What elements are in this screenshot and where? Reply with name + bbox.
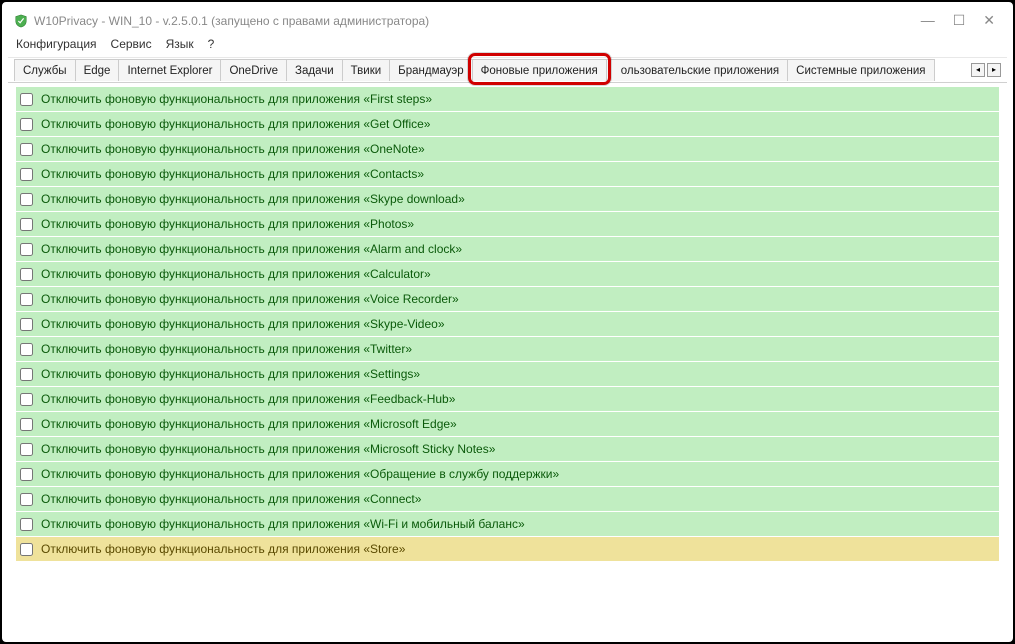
menu-item-0[interactable]: Конфигурация	[16, 37, 97, 51]
setting-label: Отключить фоновую функциональность для п…	[41, 542, 405, 556]
setting-checkbox[interactable]	[20, 493, 33, 506]
menu-item-1[interactable]: Сервис	[111, 37, 152, 51]
setting-checkbox[interactable]	[20, 293, 33, 306]
setting-row: Отключить фоновую функциональность для п…	[16, 137, 999, 161]
setting-label: Отключить фоновую функциональность для п…	[41, 492, 421, 506]
tab-scroll-left[interactable]: ◂	[971, 63, 985, 77]
setting-row: Отключить фоновую функциональность для п…	[16, 87, 999, 111]
tab-onedrive[interactable]: OneDrive	[220, 59, 287, 81]
setting-row: Отключить фоновую функциональность для п…	[16, 337, 999, 361]
tab-системные-приложения[interactable]: Системные приложения	[787, 59, 934, 81]
tabbar: СлужбыEdgeInternet ExplorerOneDriveЗадач…	[8, 57, 1007, 83]
tabs-container: СлужбыEdgeInternet ExplorerOneDriveЗадач…	[14, 58, 965, 82]
setting-label: Отключить фоновую функциональность для п…	[41, 92, 432, 106]
setting-checkbox[interactable]	[20, 143, 33, 156]
setting-checkbox[interactable]	[20, 218, 33, 231]
setting-checkbox[interactable]	[20, 468, 33, 481]
setting-label: Отключить фоновую функциональность для п…	[41, 367, 420, 381]
menubar: Конфигурация Сервис Язык?	[8, 33, 1007, 57]
setting-checkbox[interactable]	[20, 343, 33, 356]
titlebar: W10Privacy - WIN_10 - v.2.5.0.1 (запущен…	[8, 8, 1007, 33]
setting-label: Отключить фоновую функциональность для п…	[41, 242, 462, 256]
setting-label: Отключить фоновую функциональность для п…	[41, 117, 430, 131]
setting-label: Отключить фоновую функциональность для п…	[41, 392, 455, 406]
tab-службы[interactable]: Службы	[14, 59, 76, 81]
app-icon	[14, 14, 28, 28]
setting-row: Отключить фоновую функциональность для п…	[16, 387, 999, 411]
setting-label: Отключить фоновую функциональность для п…	[41, 317, 445, 331]
maximize-button[interactable]: ☐	[953, 12, 966, 29]
setting-label: Отключить фоновую функциональность для п…	[41, 192, 465, 206]
setting-label: Отключить фоновую функциональность для п…	[41, 442, 495, 456]
setting-checkbox[interactable]	[20, 418, 33, 431]
setting-label: Отключить фоновую функциональность для п…	[41, 142, 425, 156]
setting-checkbox[interactable]	[20, 368, 33, 381]
setting-row: Отключить фоновую функциональность для п…	[16, 462, 999, 486]
setting-checkbox[interactable]	[20, 193, 33, 206]
setting-label: Отключить фоновую функциональность для п…	[41, 217, 414, 231]
tab-задачи[interactable]: Задачи	[286, 59, 343, 81]
setting-checkbox[interactable]	[20, 443, 33, 456]
setting-checkbox[interactable]	[20, 318, 33, 331]
tab-брандмауэр[interactable]: Брандмауэр	[389, 59, 472, 81]
setting-row: Отключить фоновую функциональность для п…	[16, 512, 999, 536]
setting-checkbox[interactable]	[20, 268, 33, 281]
setting-label: Отключить фоновую функциональность для п…	[41, 267, 431, 281]
window-title: W10Privacy - WIN_10 - v.2.5.0.1 (запущен…	[34, 14, 429, 28]
setting-checkbox[interactable]	[20, 93, 33, 106]
tab-твики[interactable]: Твики	[342, 59, 391, 81]
setting-row: Отключить фоновую функциональность для п…	[16, 212, 999, 236]
setting-label: Отключить фоновую функциональность для п…	[41, 467, 559, 481]
setting-label: Отключить фоновую функциональность для п…	[41, 167, 424, 181]
setting-row: Отключить фоновую функциональность для п…	[16, 412, 999, 436]
setting-label: Отключить фоновую функциональность для п…	[41, 292, 459, 306]
window-controls: — ☐ ✕	[921, 12, 1001, 29]
setting-row: Отключить фоновую функциональность для п…	[16, 112, 999, 136]
minimize-button[interactable]: —	[921, 12, 935, 29]
setting-row: Отключить фоновую функциональность для п…	[16, 487, 999, 511]
tab-scroll-controls: ◂ ▸	[965, 63, 1001, 77]
tab-фоновые-приложения[interactable]: Фоновые приложения	[472, 59, 607, 81]
tab-пользовательские-приложения[interactable]: ользовательские приложения	[606, 59, 788, 81]
setting-checkbox[interactable]	[20, 543, 33, 556]
setting-row: Отключить фоновую функциональность для п…	[16, 162, 999, 186]
setting-row: Отключить фоновую функциональность для п…	[16, 262, 999, 286]
setting-checkbox[interactable]	[20, 168, 33, 181]
setting-row: Отключить фоновую функциональность для п…	[16, 187, 999, 211]
setting-row: Отключить фоновую функциональность для п…	[16, 237, 999, 261]
tab-edge[interactable]: Edge	[75, 59, 120, 81]
setting-row: Отключить фоновую функциональность для п…	[16, 362, 999, 386]
tab-internet-explorer[interactable]: Internet Explorer	[118, 59, 221, 81]
close-button[interactable]: ✕	[983, 12, 995, 29]
setting-row: Отключить фоновую функциональность для п…	[16, 312, 999, 336]
setting-label: Отключить фоновую функциональность для п…	[41, 417, 457, 431]
setting-checkbox[interactable]	[20, 118, 33, 131]
setting-row: Отключить фоновую функциональность для п…	[16, 537, 999, 561]
tab-scroll-right[interactable]: ▸	[987, 63, 1001, 77]
setting-label: Отключить фоновую функциональность для п…	[41, 342, 412, 356]
app-window: W10Privacy - WIN_10 - v.2.5.0.1 (запущен…	[8, 8, 1007, 636]
menu-item-2[interactable]: Язык	[166, 37, 194, 51]
setting-row: Отключить фоновую функциональность для п…	[16, 437, 999, 461]
setting-checkbox[interactable]	[20, 393, 33, 406]
setting-row: Отключить фоновую функциональность для п…	[16, 287, 999, 311]
menu-item-3[interactable]: ?	[208, 37, 215, 51]
setting-checkbox[interactable]	[20, 518, 33, 531]
setting-label: Отключить фоновую функциональность для п…	[41, 517, 525, 531]
settings-list: Отключить фоновую функциональность для п…	[8, 83, 1007, 636]
setting-checkbox[interactable]	[20, 243, 33, 256]
